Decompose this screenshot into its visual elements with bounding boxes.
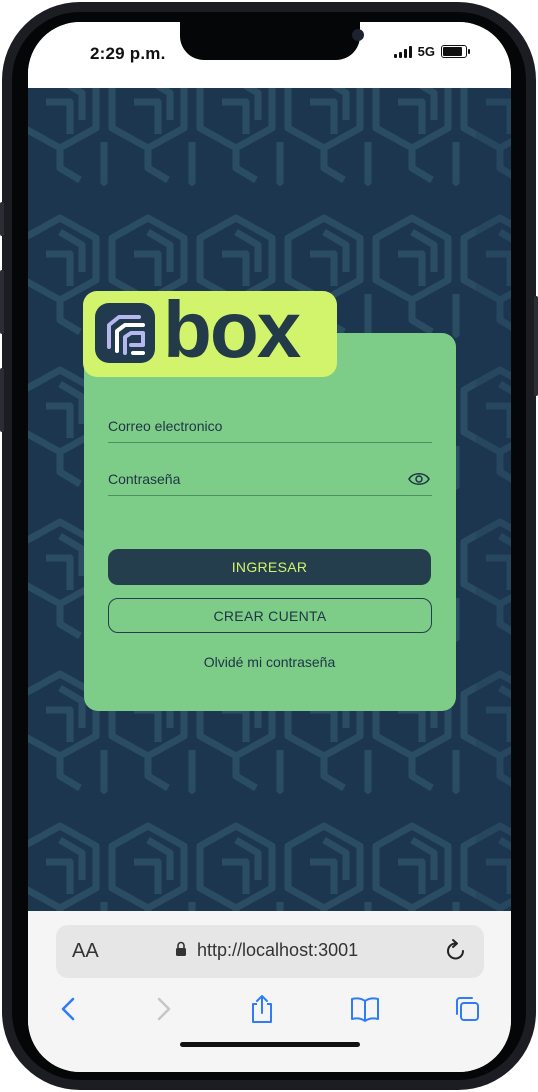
url-text[interactable]: http://localhost:3001 bbox=[197, 940, 358, 961]
show-password-icon[interactable] bbox=[408, 471, 430, 487]
volume-up-button bbox=[0, 270, 4, 334]
back-icon[interactable] bbox=[54, 993, 84, 1025]
share-icon[interactable] bbox=[247, 993, 277, 1025]
signal-icon bbox=[393, 45, 412, 58]
forgot-password-row: Olvidé mi contraseña bbox=[28, 654, 511, 670]
forgot-password-link[interactable]: Olvidé mi contraseña bbox=[204, 654, 336, 670]
text-size-button[interactable]: AA bbox=[72, 940, 99, 963]
email-field[interactable]: Correo electronico bbox=[108, 412, 432, 443]
address-bar[interactable]: AA http://localhost:3001 bbox=[56, 925, 484, 978]
tabs-icon[interactable] bbox=[452, 993, 482, 1025]
volume-down-button bbox=[0, 368, 4, 432]
network-type: 5G bbox=[417, 44, 435, 59]
status-indicators: 5G bbox=[393, 44, 470, 59]
home-indicator bbox=[180, 1042, 360, 1047]
notch bbox=[180, 22, 364, 60]
password-field[interactable]: Contraseña bbox=[108, 465, 432, 496]
login-button[interactable]: INGRESAR bbox=[108, 549, 431, 585]
box-logo-icon bbox=[95, 303, 155, 363]
power-button bbox=[534, 296, 538, 396]
screen: 2:29 p.m. 5G box Correo electronico Cont… bbox=[28, 22, 511, 1072]
email-label: Correo electronico bbox=[108, 418, 223, 434]
battery-icon bbox=[441, 45, 470, 58]
box-logo: box bbox=[83, 287, 337, 377]
password-label: Contraseña bbox=[108, 471, 181, 487]
front-camera bbox=[352, 29, 364, 41]
reload-icon[interactable] bbox=[444, 938, 468, 964]
bookmarks-icon[interactable] bbox=[350, 993, 380, 1025]
browser-chrome: AA http://localhost:3001 bbox=[28, 911, 511, 1072]
forward-icon[interactable] bbox=[148, 993, 178, 1025]
box-logo-text: box bbox=[163, 285, 301, 374]
login-page: box Correo electronico Contraseña INGRES… bbox=[28, 88, 511, 911]
silent-switch bbox=[0, 202, 4, 236]
status-bar: 2:29 p.m. 5G bbox=[28, 22, 511, 88]
lock-icon bbox=[176, 941, 186, 956]
create-account-button[interactable]: CREAR CUENTA bbox=[108, 598, 432, 633]
status-time: 2:29 p.m. bbox=[90, 44, 166, 63]
